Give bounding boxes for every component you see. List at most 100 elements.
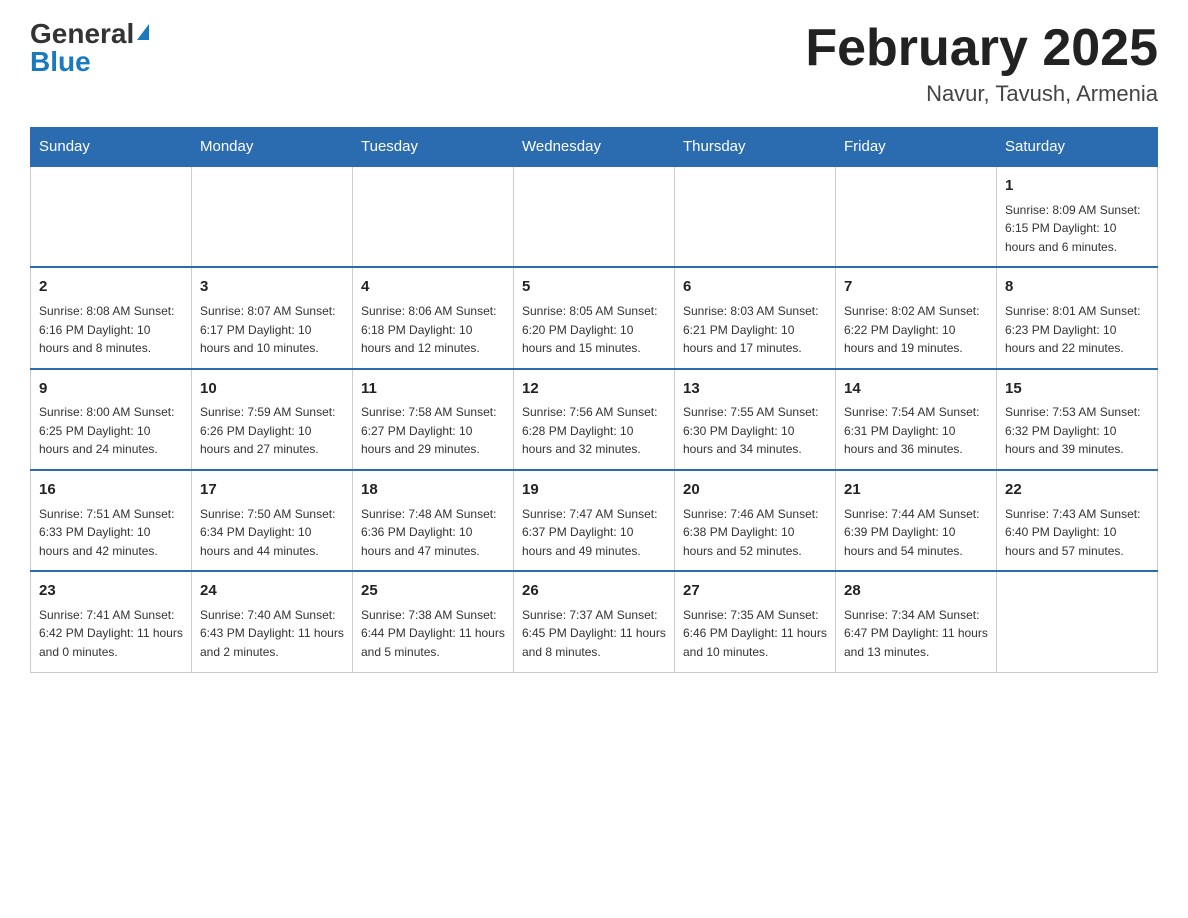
calendar-cell: [675, 166, 836, 267]
calendar-cell: 9Sunrise: 8:00 AM Sunset: 6:25 PM Daylig…: [31, 369, 192, 470]
day-info: Sunrise: 8:02 AM Sunset: 6:22 PM Dayligh…: [844, 302, 988, 358]
day-info: Sunrise: 7:46 AM Sunset: 6:38 PM Dayligh…: [683, 505, 827, 561]
calendar-cell: 27 Sunrise: 7:35 AM Sunset: 6:46 PM Dayli…: [675, 571, 836, 672]
month-title: February 2025: [805, 20, 1158, 77]
day-info: Sunrise: 8:03 AM Sunset: 6:21 PM Dayligh…: [683, 302, 827, 358]
day-info: Sunrise: 7:34 AM Sunset: 6:47 PM Dayligh…: [844, 606, 988, 662]
day-info: Sunrise: 7:58 AM Sunset: 6:27 PM Dayligh…: [361, 403, 505, 459]
calendar-cell: [514, 166, 675, 267]
day-number: 20: [683, 479, 827, 502]
day-number: 23: [39, 580, 183, 603]
day-number: 10: [200, 378, 344, 401]
day-number: 26: [522, 580, 666, 603]
day-number: 4: [361, 276, 505, 299]
calendar-cell: 5Sunrise: 8:05 AM Sunset: 6:20 PM Daylig…: [514, 267, 675, 368]
logo-general-text: General: [30, 20, 134, 48]
week-row-5: 23 Sunrise: 7:41 AM Sunset: 6:42 PM Dayli…: [31, 571, 1158, 672]
weekday-header-monday: Monday: [192, 128, 353, 167]
calendar-cell: [836, 166, 997, 267]
calendar-cell: 20 Sunrise: 7:46 AM Sunset: 6:38 PM Dayli…: [675, 470, 836, 571]
day-number: 9: [39, 378, 183, 401]
calendar-cell: 10Sunrise: 7:59 AM Sunset: 6:26 PM Dayli…: [192, 369, 353, 470]
calendar-cell: 28 Sunrise: 7:34 AM Sunset: 6:47 PM Dayli…: [836, 571, 997, 672]
day-number: 7: [844, 276, 988, 299]
calendar-table: SundayMondayTuesdayWednesdayThursdayFrid…: [30, 127, 1158, 672]
calendar-cell: [31, 166, 192, 267]
day-info: Sunrise: 7:50 AM Sunset: 6:34 PM Dayligh…: [200, 505, 344, 561]
day-number: 13: [683, 378, 827, 401]
day-number: 1: [1005, 175, 1149, 198]
day-info: Sunrise: 7:59 AM Sunset: 6:26 PM Dayligh…: [200, 403, 344, 459]
weekday-header-row: SundayMondayTuesdayWednesdayThursdayFrid…: [31, 128, 1158, 167]
calendar-cell: 25 Sunrise: 7:38 AM Sunset: 6:44 PM Dayli…: [353, 571, 514, 672]
weekday-header-wednesday: Wednesday: [514, 128, 675, 167]
calendar-cell: 24Sunrise: 7:40 AM Sunset: 6:43 PM Dayli…: [192, 571, 353, 672]
calendar-cell: 14Sunrise: 7:54 AM Sunset: 6:31 PM Dayli…: [836, 369, 997, 470]
calendar-cell: 1 Sunrise: 8:09 AM Sunset: 6:15 PM Daylig…: [997, 166, 1158, 267]
day-number: 15: [1005, 378, 1149, 401]
day-number: 12: [522, 378, 666, 401]
day-number: 27: [683, 580, 827, 603]
title-section: February 2025 Navur, Tavush, Armenia: [805, 20, 1158, 107]
day-info: Sunrise: 8:06 AM Sunset: 6:18 PM Dayligh…: [361, 302, 505, 358]
day-number: 21: [844, 479, 988, 502]
day-info: Sunrise: 7:54 AM Sunset: 6:31 PM Dayligh…: [844, 403, 988, 459]
day-info: Sunrise: 8:09 AM Sunset: 6:15 PM Dayligh…: [1005, 201, 1149, 257]
day-number: 8: [1005, 276, 1149, 299]
day-info: Sunrise: 7:47 AM Sunset: 6:37 PM Dayligh…: [522, 505, 666, 561]
weekday-header-thursday: Thursday: [675, 128, 836, 167]
calendar-cell: 22 Sunrise: 7:43 AM Sunset: 6:40 PM Dayli…: [997, 470, 1158, 571]
calendar-cell: 2 Sunrise: 8:08 AM Sunset: 6:16 PM Daylig…: [31, 267, 192, 368]
calendar-cell: 8 Sunrise: 8:01 AM Sunset: 6:23 PM Daylig…: [997, 267, 1158, 368]
day-number: 18: [361, 479, 505, 502]
calendar-cell: 19Sunrise: 7:47 AM Sunset: 6:37 PM Dayli…: [514, 470, 675, 571]
page-header: General Blue February 2025 Navur, Tavush…: [30, 20, 1158, 107]
day-info: Sunrise: 7:43 AM Sunset: 6:40 PM Dayligh…: [1005, 505, 1149, 561]
calendar-cell: 15Sunrise: 7:53 AM Sunset: 6:32 PM Dayli…: [997, 369, 1158, 470]
calendar-cell: 13Sunrise: 7:55 AM Sunset: 6:30 PM Dayli…: [675, 369, 836, 470]
day-info: Sunrise: 8:01 AM Sunset: 6:23 PM Dayligh…: [1005, 302, 1149, 358]
day-number: 22: [1005, 479, 1149, 502]
week-row-1: 1 Sunrise: 8:09 AM Sunset: 6:15 PM Daylig…: [31, 166, 1158, 267]
day-number: 2: [39, 276, 183, 299]
week-row-2: 2 Sunrise: 8:08 AM Sunset: 6:16 PM Daylig…: [31, 267, 1158, 368]
day-info: Sunrise: 7:53 AM Sunset: 6:32 PM Dayligh…: [1005, 403, 1149, 459]
day-number: 3: [200, 276, 344, 299]
weekday-header-tuesday: Tuesday: [353, 128, 514, 167]
logo-blue-text: Blue: [30, 48, 91, 76]
day-info: Sunrise: 7:35 AM Sunset: 6:46 PM Dayligh…: [683, 606, 827, 662]
day-info: Sunrise: 7:38 AM Sunset: 6:44 PM Dayligh…: [361, 606, 505, 662]
weekday-header-saturday: Saturday: [997, 128, 1158, 167]
day-info: Sunrise: 7:41 AM Sunset: 6:42 PM Dayligh…: [39, 606, 183, 662]
calendar-cell: 17 Sunrise: 7:50 AM Sunset: 6:34 PM Dayli…: [192, 470, 353, 571]
week-row-3: 9Sunrise: 8:00 AM Sunset: 6:25 PM Daylig…: [31, 369, 1158, 470]
day-info: Sunrise: 7:55 AM Sunset: 6:30 PM Dayligh…: [683, 403, 827, 459]
day-info: Sunrise: 8:05 AM Sunset: 6:20 PM Dayligh…: [522, 302, 666, 358]
calendar-cell: 4 Sunrise: 8:06 AM Sunset: 6:18 PM Daylig…: [353, 267, 514, 368]
day-info: Sunrise: 8:07 AM Sunset: 6:17 PM Dayligh…: [200, 302, 344, 358]
day-info: Sunrise: 7:44 AM Sunset: 6:39 PM Dayligh…: [844, 505, 988, 561]
day-number: 25: [361, 580, 505, 603]
calendar-cell: 18Sunrise: 7:48 AM Sunset: 6:36 PM Dayli…: [353, 470, 514, 571]
day-number: 17: [200, 479, 344, 502]
calendar-cell: 7 Sunrise: 8:02 AM Sunset: 6:22 PM Daylig…: [836, 267, 997, 368]
day-number: 16: [39, 479, 183, 502]
calendar-cell: 21 Sunrise: 7:44 AM Sunset: 6:39 PM Dayli…: [836, 470, 997, 571]
calendar-cell: 26 Sunrise: 7:37 AM Sunset: 6:45 PM Dayli…: [514, 571, 675, 672]
logo-triangle-icon: [137, 24, 149, 40]
weekday-header-friday: Friday: [836, 128, 997, 167]
day-info: Sunrise: 7:37 AM Sunset: 6:45 PM Dayligh…: [522, 606, 666, 662]
calendar-cell: 3 Sunrise: 8:07 AM Sunset: 6:17 PM Daylig…: [192, 267, 353, 368]
calendar-cell: 6Sunrise: 8:03 AM Sunset: 6:21 PM Daylig…: [675, 267, 836, 368]
day-number: 28: [844, 580, 988, 603]
day-info: Sunrise: 8:08 AM Sunset: 6:16 PM Dayligh…: [39, 302, 183, 358]
day-number: 11: [361, 378, 505, 401]
week-row-4: 16Sunrise: 7:51 AM Sunset: 6:33 PM Dayli…: [31, 470, 1158, 571]
day-number: 14: [844, 378, 988, 401]
calendar-cell: 16Sunrise: 7:51 AM Sunset: 6:33 PM Dayli…: [31, 470, 192, 571]
calendar-cell: 12Sunrise: 7:56 AM Sunset: 6:28 PM Dayli…: [514, 369, 675, 470]
day-number: 24: [200, 580, 344, 603]
calendar-cell: 11Sunrise: 7:58 AM Sunset: 6:27 PM Dayli…: [353, 369, 514, 470]
day-info: Sunrise: 7:56 AM Sunset: 6:28 PM Dayligh…: [522, 403, 666, 459]
logo: General Blue: [30, 20, 149, 76]
